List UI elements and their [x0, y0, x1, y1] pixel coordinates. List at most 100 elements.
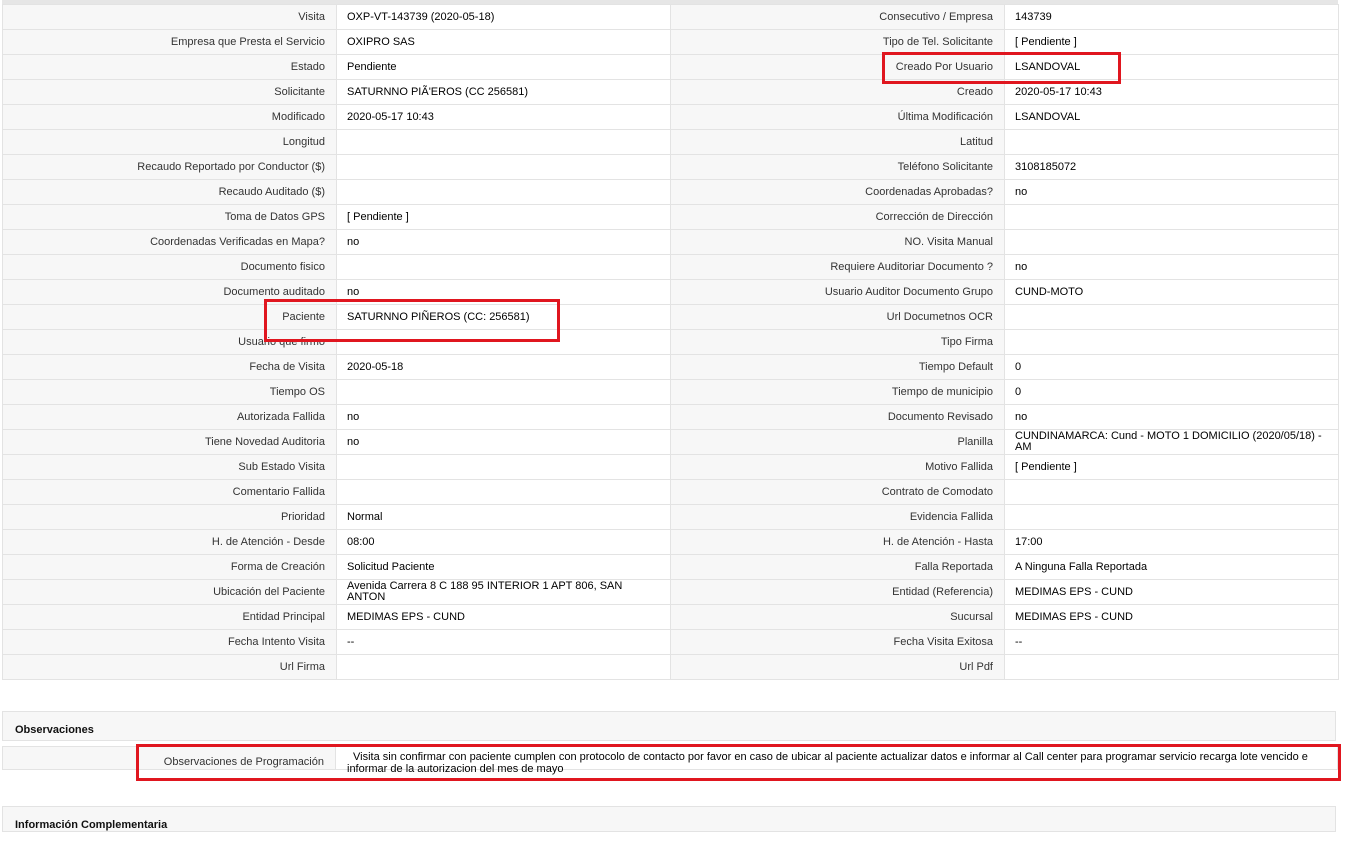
visit-detail-body: Visita OXP-VT-143739 (2020-05-18) Consecut…: [2, 4, 1339, 680]
field-value: no: [1004, 254, 1339, 280]
field-value: 0: [1004, 379, 1339, 405]
field-label: Recaudo Reportado por Conductor ($): [2, 154, 337, 180]
field-label: Corrección de Dirección: [670, 204, 1005, 230]
field-value: [336, 479, 671, 505]
field-label: Prioridad: [2, 504, 337, 530]
field-value: --: [336, 629, 671, 655]
observaciones-programacion-value: Visita sin confirmar con paciente cumple…: [336, 746, 1338, 775]
detail-row: Comentario Fallida Contrato de Comodato: [2, 479, 1339, 505]
detail-row: Forma de Creación Solicitud Paciente Falla…: [2, 554, 1339, 580]
field-value: Pendiente: [336, 54, 671, 80]
detail-row: Toma de Datos GPS[ Pendiente ] Corrección…: [2, 204, 1339, 230]
field-label: Entidad (Referencia): [670, 579, 1005, 605]
detail-row: Modificado 2020-05-17 10:43 Última Modific…: [2, 104, 1339, 130]
field-value: no: [1004, 404, 1339, 430]
detail-row: Usuario que firmo Tipo Firma: [2, 329, 1339, 355]
field-value: [336, 129, 671, 155]
field-label: Autorizada Fallida: [2, 404, 337, 430]
field-label: Contrato de Comodato: [670, 479, 1005, 505]
field-value: MEDIMAS EPS - CUND: [1004, 579, 1339, 605]
field-label: Creado Por Usuario: [670, 54, 1005, 80]
detail-row: Estado Pendiente Creado Por Usuario LSANDOV…: [2, 54, 1339, 80]
field-value: [336, 329, 671, 355]
detail-row: Empresa que Presta el Servicio OXIPRO SAS…: [2, 29, 1339, 55]
detail-row: Solicitante SATURNNO PIÃ'EROS (CC 256581)…: [2, 79, 1339, 105]
detail-row: Recaudo Auditado ($) Coordenadas Aprobada…: [2, 179, 1339, 205]
field-label: Sub Estado Visita: [2, 454, 337, 480]
field-label: Tiempo de municipio: [670, 379, 1005, 405]
observaciones-programacion-label: Observaciones de Programación: [2, 746, 336, 770]
field-label: NO. Visita Manual: [670, 229, 1005, 255]
field-value: CUNDINAMARCA: Cund - MOTO 1 DOMICILIO (2…: [1004, 429, 1339, 455]
observaciones-row: Observaciones de Programación Visita sin…: [2, 746, 1338, 775]
detail-row: H. de Atención - Desde 08:00 H. de Atenció…: [2, 529, 1339, 555]
field-value: [ Pendiente ]: [1004, 29, 1339, 55]
field-value: 0: [1004, 354, 1339, 380]
field-label: Tipo de Tel. Solicitante: [670, 29, 1005, 55]
field-label: Documento Revisado: [670, 404, 1005, 430]
field-label: Fecha Visita Exitosa: [670, 629, 1005, 655]
field-value: 143739: [1004, 4, 1339, 30]
field-label: Consecutivo / Empresa: [670, 4, 1005, 30]
detail-row: Tiene Novedad Auditoria no Planilla CUNDIN…: [2, 429, 1339, 455]
info-complementaria-header: Información Complementaria: [2, 806, 1336, 832]
field-value: [336, 179, 671, 205]
field-value: [1004, 329, 1339, 355]
detail-row: Prioridad Normal Evidencia Fallida: [2, 504, 1339, 530]
detail-row: Sub Estado Visita Motivo Fallida[ Pendien…: [2, 454, 1339, 480]
field-value: 2020-05-17 10:43: [1004, 79, 1339, 105]
field-label: Planilla: [670, 429, 1005, 455]
field-label: Usuario que firmo: [2, 329, 337, 355]
field-label: Fecha de Visita: [2, 354, 337, 380]
field-value: --: [1004, 629, 1339, 655]
detail-row: Fecha Intento Visita -- Fecha Visita Exit…: [2, 629, 1339, 655]
field-label: Recaudo Auditado ($): [2, 179, 337, 205]
field-value: MEDIMAS EPS - CUND: [336, 604, 671, 630]
field-label: Estado: [2, 54, 337, 80]
field-label: Usuario Auditor Documento Grupo: [670, 279, 1005, 305]
field-label: Falla Reportada: [670, 554, 1005, 580]
field-label: Toma de Datos GPS: [2, 204, 337, 230]
field-value: Normal: [336, 504, 671, 530]
field-value: no: [336, 279, 671, 305]
field-value: [1004, 654, 1339, 680]
detail-row: Longitud Latitud: [2, 129, 1339, 155]
field-label: Url Pdf: [670, 654, 1005, 680]
detail-row: Documento auditado no Usuario Auditor Doc…: [2, 279, 1339, 305]
field-label: Teléfono Solicitante: [670, 154, 1005, 180]
field-value: [1004, 504, 1339, 530]
field-label: Paciente: [2, 304, 337, 330]
field-label: Tipo Firma: [670, 329, 1005, 355]
field-label: Url Documetnos OCR: [670, 304, 1005, 330]
field-label: Solicitante: [2, 79, 337, 105]
field-label: Modificado: [2, 104, 337, 130]
info-complementaria-title: Información Complementaria: [15, 819, 168, 831]
field-value: [1004, 479, 1339, 505]
field-value: no: [336, 229, 671, 255]
field-label: Documento auditado: [2, 279, 337, 305]
field-value: MEDIMAS EPS - CUND: [1004, 604, 1339, 630]
field-label: Documento fisico: [2, 254, 337, 280]
field-value: [336, 454, 671, 480]
detail-row: Fecha de Visita 2020-05-18 Tiempo Default…: [2, 354, 1339, 380]
field-label: Evidencia Fallida: [670, 504, 1005, 530]
field-value: no: [336, 404, 671, 430]
field-value: [1004, 229, 1339, 255]
field-value: [336, 254, 671, 280]
field-value: LSANDOVAL: [1004, 104, 1339, 130]
visit-detail-table: Visita OXP-VT-143739 (2020-05-18) Consecut…: [2, 4, 1339, 680]
field-value: [ Pendiente ]: [1004, 454, 1339, 480]
detail-row: Url Firma Url Pdf: [2, 654, 1339, 680]
field-label: Fecha Intento Visita: [2, 629, 337, 655]
field-label: Empresa que Presta el Servicio: [2, 29, 337, 55]
field-label: Ubicación del Paciente: [2, 579, 337, 605]
field-value: OXP-VT-143739 (2020-05-18): [336, 4, 671, 30]
detail-row: Visita OXP-VT-143739 (2020-05-18) Consecut…: [2, 4, 1339, 30]
field-value: no: [336, 429, 671, 455]
detail-row: Recaudo Reportado por Conductor ($) Teléf…: [2, 154, 1339, 180]
field-label: Coordenadas Aprobadas?: [670, 179, 1005, 205]
field-label: Creado: [670, 79, 1005, 105]
field-value: [336, 654, 671, 680]
field-value: Solicitud Paciente: [336, 554, 671, 580]
field-value: [336, 154, 671, 180]
